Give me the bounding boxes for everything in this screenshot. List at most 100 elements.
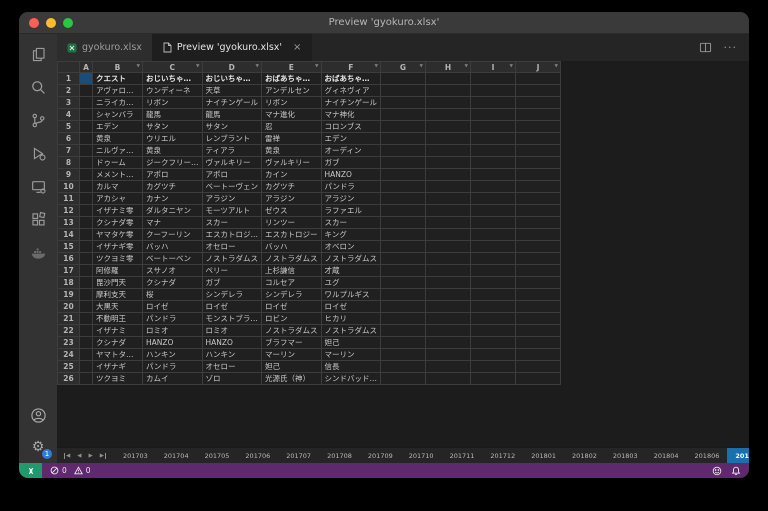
column-header-D[interactable]: D▼ <box>202 62 262 73</box>
cell[interactable] <box>381 349 426 361</box>
cell[interactable]: 才蔵 <box>321 265 381 277</box>
cell[interactable]: パンドラ <box>321 181 381 193</box>
cell[interactable]: 龍馬 <box>143 109 203 121</box>
last-sheet-icon[interactable]: ▶ <box>100 453 106 459</box>
cell[interactable]: コルセア <box>262 277 322 289</box>
cell[interactable] <box>381 325 426 337</box>
cell[interactable]: 黄泉 <box>143 145 203 157</box>
cell[interactable] <box>381 301 426 313</box>
row-number[interactable]: 2 <box>58 85 80 97</box>
cell[interactable]: ヴァルキリー <box>262 157 322 169</box>
cell[interactable]: ロビン <box>262 313 322 325</box>
row-number[interactable]: 12 <box>58 205 80 217</box>
search-icon[interactable] <box>19 71 57 104</box>
prev-sheet-icon[interactable]: ◀ <box>77 453 81 459</box>
cell[interactable]: ナイチンゲール <box>321 97 381 109</box>
row-number[interactable]: 6 <box>58 133 80 145</box>
cell[interactable]: ロイゼ <box>202 301 262 313</box>
cell[interactable]: クエスト <box>93 73 143 85</box>
cell[interactable] <box>516 85 561 97</box>
cell[interactable] <box>381 277 426 289</box>
sheet-tab-201802[interactable]: 201802 <box>564 448 605 463</box>
cell[interactable] <box>381 181 426 193</box>
row-number[interactable]: 1 <box>58 73 80 85</box>
cell[interactable] <box>516 337 561 349</box>
cell[interactable] <box>516 109 561 121</box>
tab-preview-gyokuro-xlsx[interactable]: Preview 'gyokuro.xlsx' × <box>153 34 313 61</box>
cell[interactable] <box>426 349 471 361</box>
column-header-I[interactable]: I▼ <box>471 62 516 73</box>
cell[interactable]: ロイゼ <box>262 301 322 313</box>
cell[interactable]: クシナダ <box>143 277 203 289</box>
cell[interactable]: ヤマタケ零 <box>93 229 143 241</box>
cell[interactable]: HANZO <box>202 337 262 349</box>
cell[interactable] <box>516 229 561 241</box>
cell[interactable] <box>471 133 516 145</box>
cell-A13[interactable] <box>80 217 93 229</box>
cell[interactable] <box>426 229 471 241</box>
row-number[interactable]: 13 <box>58 217 80 229</box>
cell-A2[interactable] <box>80 85 93 97</box>
cell[interactable] <box>471 205 516 217</box>
cell[interactable]: 忍 <box>262 121 322 133</box>
column-header-H[interactable]: H▼ <box>426 62 471 73</box>
cell[interactable]: カイン <box>262 169 322 181</box>
cell-A1[interactable] <box>80 73 93 85</box>
cell[interactable] <box>516 97 561 109</box>
cell[interactable] <box>426 145 471 157</box>
cell[interactable] <box>471 241 516 253</box>
cell[interactable]: ヒカリ <box>321 313 381 325</box>
cell[interactable] <box>471 265 516 277</box>
cell[interactable] <box>381 109 426 121</box>
cell[interactable]: シンドバッド… <box>321 373 381 385</box>
cell[interactable]: 信長 <box>321 361 381 373</box>
cell-A11[interactable] <box>80 193 93 205</box>
cell[interactable] <box>426 193 471 205</box>
row-number[interactable]: 4 <box>58 109 80 121</box>
cell[interactable]: マナ進化 <box>262 109 322 121</box>
row-number[interactable]: 14 <box>58 229 80 241</box>
cell[interactable] <box>381 97 426 109</box>
cell[interactable] <box>471 373 516 385</box>
explorer-icon[interactable] <box>19 38 57 71</box>
source-control-icon[interactable] <box>19 104 57 137</box>
cell[interactable]: リンツー <box>262 217 322 229</box>
minimize-window-button[interactable] <box>46 18 56 28</box>
sheet-tab-201708[interactable]: 201708 <box>319 448 360 463</box>
cell[interactable]: コロンブス <box>321 121 381 133</box>
cell[interactable] <box>381 193 426 205</box>
sheet-tab-201705[interactable]: 201705 <box>197 448 238 463</box>
cell[interactable]: ロイゼ <box>321 301 381 313</box>
cell[interactable] <box>471 229 516 241</box>
cell[interactable]: ロイゼ <box>143 301 203 313</box>
cell[interactable]: 妲己 <box>321 337 381 349</box>
cell[interactable] <box>471 301 516 313</box>
cell[interactable]: ゼウス <box>262 205 322 217</box>
cell[interactable] <box>381 169 426 181</box>
cell[interactable] <box>426 373 471 385</box>
cell[interactable] <box>516 73 561 85</box>
cell[interactable]: 天草 <box>202 85 262 97</box>
filter-icon[interactable]: ▼ <box>420 64 423 69</box>
cell[interactable]: ニライカ… <box>93 97 143 109</box>
cell[interactable]: 光源氏（神） <box>262 373 322 385</box>
cell[interactable]: ロミオ <box>143 325 203 337</box>
cell[interactable]: ナイチンゲール <box>202 97 262 109</box>
cell[interactable] <box>426 205 471 217</box>
cell[interactable]: 摩利支天 <box>93 289 143 301</box>
row-number[interactable]: 25 <box>58 361 80 373</box>
cell[interactable]: アラジン <box>202 193 262 205</box>
cell-A3[interactable] <box>80 97 93 109</box>
cell[interactable] <box>426 73 471 85</box>
cell[interactable] <box>471 313 516 325</box>
row-number[interactable]: 11 <box>58 193 80 205</box>
more-actions-icon[interactable]: ··· <box>724 41 738 54</box>
cell[interactable]: ベートーヴェン <box>202 181 262 193</box>
cell[interactable]: ラファエル <box>321 205 381 217</box>
sheet-tab-201804[interactable]: 201804 <box>646 448 687 463</box>
cell[interactable] <box>381 289 426 301</box>
run-debug-icon[interactable] <box>19 137 57 170</box>
cell[interactable] <box>426 289 471 301</box>
cell[interactable] <box>516 265 561 277</box>
cell[interactable] <box>426 361 471 373</box>
